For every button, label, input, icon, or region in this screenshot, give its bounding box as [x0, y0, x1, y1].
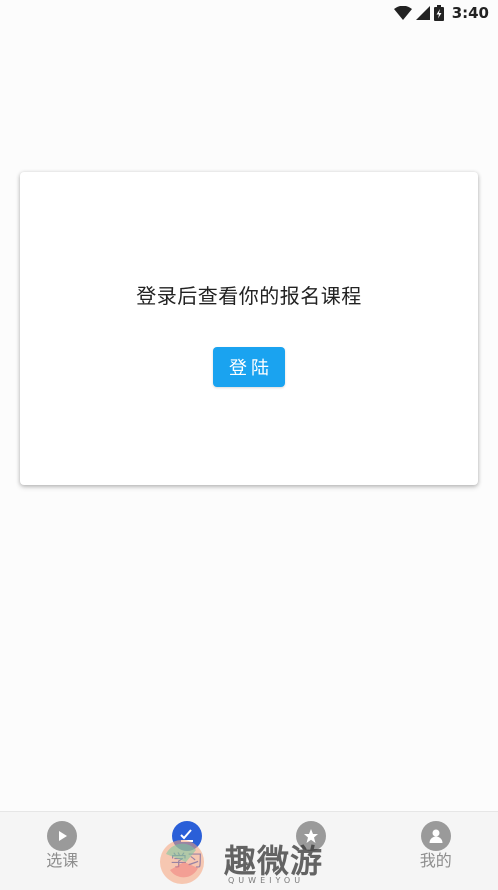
battery-charging-icon: [433, 5, 444, 21]
wifi-icon: [393, 6, 412, 20]
status-bar: 3:40: [0, 0, 498, 26]
nav-label-study: 学习: [170, 851, 203, 870]
play-icon: [47, 821, 78, 851]
star-icon: [296, 821, 327, 851]
nav-item-study[interactable]: 学习: [125, 812, 250, 890]
login-prompt-message: 登录后查看你的报名课程: [136, 284, 362, 308]
nav-label-select-course: 选课: [46, 851, 79, 870]
user-icon: [420, 821, 451, 851]
nav-item-favorites[interactable]: [249, 812, 374, 890]
nav-label-mine: 我的: [419, 851, 452, 870]
status-time: 3:40: [451, 4, 489, 22]
login-prompt-card: 登录后查看你的报名课程 登陆: [20, 172, 478, 485]
pen-check-icon: [171, 821, 202, 851]
bottom-nav: 选课 学习 我的: [0, 811, 498, 890]
nav-item-select-course[interactable]: 选课: [0, 812, 125, 890]
cell-signal-icon: [415, 6, 430, 20]
nav-item-mine[interactable]: 我的: [374, 812, 498, 890]
login-button[interactable]: 登陆: [213, 347, 285, 387]
